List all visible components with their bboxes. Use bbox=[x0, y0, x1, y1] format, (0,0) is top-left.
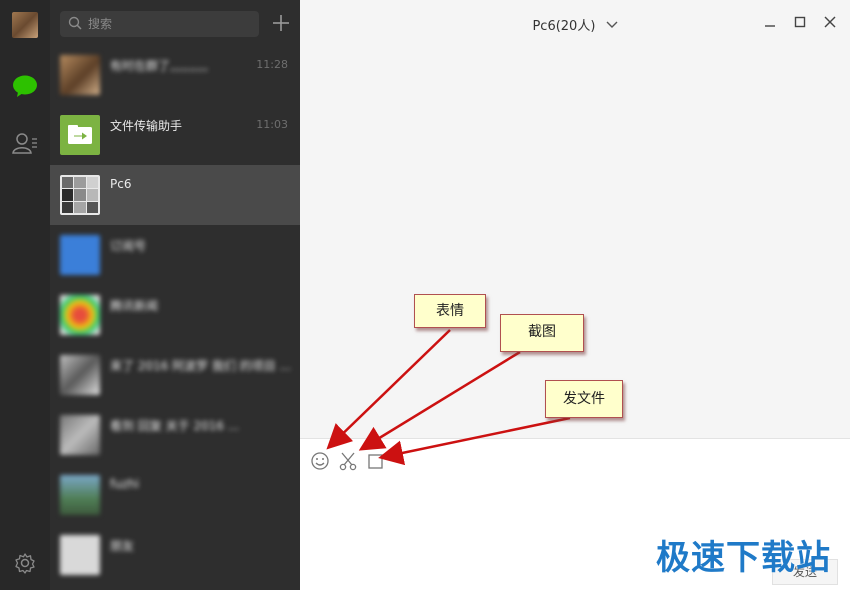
conversation-name: 订阅号 bbox=[110, 239, 147, 253]
list-item[interactable]: 腾讯新闻 bbox=[50, 285, 300, 345]
callout-emoji: 表情 bbox=[414, 294, 486, 328]
conversation-time: 11:28 bbox=[256, 58, 288, 71]
conversation-name: fuzhi bbox=[110, 477, 140, 491]
list-item[interactable]: 朋友 bbox=[50, 525, 300, 585]
conversation-name: Pc6 bbox=[110, 177, 132, 191]
list-item[interactable]: 看到 回复 关于 2016 ... bbox=[50, 405, 300, 465]
minimize-icon[interactable] bbox=[762, 14, 778, 30]
scissors-icon[interactable] bbox=[338, 451, 358, 471]
conversation-list: 有时在群了,,,,,,,,,, 11:28 文件传输助手 11:03 Pc6 订… bbox=[50, 0, 300, 590]
callout-screenshot: 截图 bbox=[500, 314, 584, 352]
conversation-name: 来了 2016 阿波罗 我们 的项目 ... bbox=[110, 359, 292, 373]
list-item[interactable]: 来了 2016 阿波罗 我们 的项目 ... bbox=[50, 345, 300, 405]
avatar bbox=[60, 55, 100, 95]
list-item-pc6[interactable]: Pc6 bbox=[50, 165, 300, 225]
list-item[interactable]: 订阅号 bbox=[50, 225, 300, 285]
search-icon bbox=[68, 16, 82, 33]
watermark: 极速下载站 bbox=[656, 538, 831, 578]
list-item-file-transfer[interactable]: 文件传输助手 11:03 bbox=[50, 105, 300, 165]
list-item[interactable]: 有时在群了,,,,,,,,,, 11:28 bbox=[50, 45, 300, 105]
maximize-icon[interactable] bbox=[792, 14, 808, 30]
settings-icon[interactable] bbox=[14, 552, 36, 577]
conversation-name: 文件传输助手 bbox=[110, 119, 183, 133]
search-box[interactable] bbox=[60, 11, 259, 37]
file-icon[interactable] bbox=[366, 451, 386, 471]
avatar bbox=[60, 295, 100, 335]
list-item[interactable]: fuzhi bbox=[50, 465, 300, 525]
add-chat-button[interactable] bbox=[270, 12, 292, 34]
avatar bbox=[60, 355, 100, 395]
group-avatar bbox=[60, 175, 100, 215]
callout-file: 发文件 bbox=[545, 380, 623, 418]
contacts-icon[interactable] bbox=[12, 132, 38, 157]
file-transfer-avatar bbox=[60, 115, 100, 155]
chat-panel: Pc6(20人) 发送 bbox=[300, 0, 850, 590]
conversation-time: 11:03 bbox=[256, 118, 288, 131]
search-input[interactable] bbox=[88, 15, 248, 33]
chevron-down-icon[interactable] bbox=[606, 18, 618, 33]
user-avatar[interactable] bbox=[12, 12, 38, 38]
conversation-name: 看到 回复 关于 2016 ... bbox=[110, 419, 240, 433]
conversation-name: 朋友 bbox=[110, 539, 135, 553]
avatar bbox=[60, 535, 100, 575]
nav-rail bbox=[0, 0, 50, 590]
chat-title-text: Pc6(20人) bbox=[532, 19, 596, 34]
chat-icon[interactable] bbox=[12, 74, 38, 101]
avatar bbox=[60, 475, 100, 515]
avatar bbox=[60, 235, 100, 275]
folder-arrow-icon bbox=[68, 125, 92, 144]
avatar bbox=[60, 415, 100, 455]
close-icon[interactable] bbox=[822, 14, 838, 30]
emoji-icon[interactable] bbox=[310, 451, 330, 471]
conversation-name: 腾讯新闻 bbox=[110, 299, 159, 313]
conversation-name: 有时在群了,,,,,,,,,, bbox=[110, 59, 209, 73]
